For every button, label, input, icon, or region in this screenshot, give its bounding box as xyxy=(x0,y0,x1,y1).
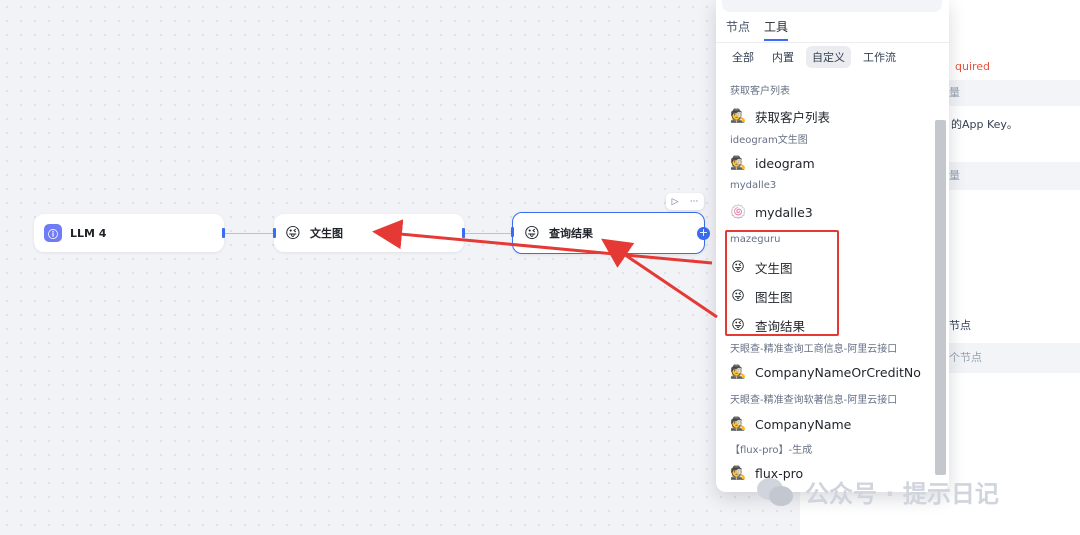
filter-builtin[interactable]: 内置 xyxy=(766,46,800,68)
group-title: mydalle3 xyxy=(730,180,777,191)
run-icon[interactable]: ▷ xyxy=(672,197,679,207)
tab-tools[interactable]: 工具 xyxy=(764,18,789,41)
watermark: 公众号 · 提示日记 xyxy=(755,474,999,509)
tool-label: mydalle3 xyxy=(755,205,813,220)
spy-icon: 🕵 xyxy=(730,156,747,171)
tool-item[interactable]: 🕵 CompanyNameOrCreditNo xyxy=(730,365,921,380)
variable-label: 量 xyxy=(931,80,1080,106)
spy-icon: 🕵 xyxy=(730,109,747,124)
tool-item[interactable]: 🍥 mydalle3 xyxy=(730,205,813,220)
next-node-label: 节点 xyxy=(949,319,971,332)
group-title: 天眼查-精准查询软著信息-阿里云接口 xyxy=(730,395,898,406)
smiley-face-icon: 😜 xyxy=(285,224,301,242)
filter-custom[interactable]: 自定义 xyxy=(806,46,851,68)
mydalle3-icon: 🍥 xyxy=(730,205,747,220)
add-next-node[interactable]: 个节点 xyxy=(931,343,1080,373)
group-title: 天眼查-精准查询工商信息-阿里云接口 xyxy=(730,344,898,355)
tab-nodes[interactable]: 节点 xyxy=(726,18,750,41)
tool-label: CompanyName xyxy=(755,417,852,432)
tool-item[interactable]: 🕵 获取客户列表 xyxy=(730,107,830,126)
node-llm4[interactable]: ⓘ LLM 4 xyxy=(34,214,225,252)
group-title: 获取客户列表 xyxy=(730,86,790,97)
filter-all[interactable]: 全部 xyxy=(726,46,760,68)
edge-llm-to-text2img xyxy=(224,233,274,234)
description-text: 的App Key。 xyxy=(951,118,1018,131)
tool-label: ideogram xyxy=(755,156,815,171)
tool-label: CompanyNameOrCreditNo xyxy=(755,365,921,380)
node-query-result[interactable]: 😜 查询结果 xyxy=(511,212,705,254)
edge-text2img-to-query xyxy=(464,233,514,234)
output-port[interactable] xyxy=(222,228,225,238)
node-label: 查询结果 xyxy=(549,227,593,240)
required-label: quired xyxy=(955,60,991,73)
node-label: LLM 4 xyxy=(70,226,107,240)
filter-workflow[interactable]: 工作流 xyxy=(857,46,902,68)
tool-item[interactable]: 🕵 ideogram xyxy=(730,156,815,171)
watermark-text: 公众号 · 提示日记 xyxy=(805,480,999,508)
node-text2img[interactable]: 😜 文生图 xyxy=(273,214,465,252)
tool-label: 获取客户列表 xyxy=(755,110,831,125)
node-label: 文生图 xyxy=(310,227,343,240)
annotation-highlight-box xyxy=(725,230,839,336)
spy-icon: 🕵 xyxy=(730,466,747,481)
group-title: ideogram文生图 xyxy=(730,135,808,146)
output-port[interactable] xyxy=(462,228,465,238)
llm-icon: ⓘ xyxy=(44,224,62,242)
add-node-button[interactable]: + xyxy=(697,227,710,240)
input-port[interactable] xyxy=(273,228,276,238)
spy-icon: 🕵 xyxy=(730,365,747,380)
more-icon[interactable]: ··· xyxy=(690,197,699,207)
picker-tabs: 节点 工具 xyxy=(726,18,789,41)
divider xyxy=(716,42,949,43)
wechat-icon xyxy=(757,477,793,506)
input-port[interactable] xyxy=(511,227,514,237)
filter-bar: 全部 内置 自定义 工作流 xyxy=(726,46,902,68)
search-input[interactable] xyxy=(722,0,942,12)
node-toolbar: ▷ ··· xyxy=(666,193,704,210)
variable-label: 量 xyxy=(931,162,1080,190)
spy-icon: 🕵 xyxy=(730,417,747,432)
scrollbar[interactable] xyxy=(935,120,946,475)
node-config-panel: quired 量 的App Key。 量 节点 个节点 xyxy=(930,0,1080,535)
smiley-face-icon: 😜 xyxy=(524,224,540,242)
group-title: 【flux-pro】-生成 xyxy=(730,445,813,456)
tool-item[interactable]: 🕵 CompanyName xyxy=(730,417,851,432)
